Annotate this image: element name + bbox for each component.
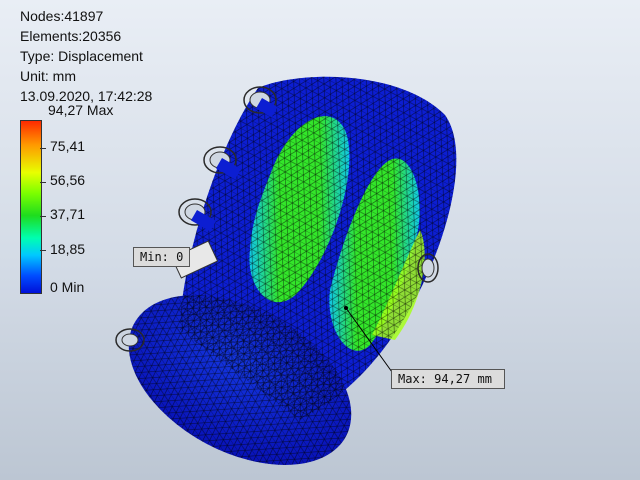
min-callout[interactable]: Min: 0 — [133, 247, 191, 267]
max-callout[interactable]: Max: 94,27 mm — [391, 369, 505, 389]
pressure-vessel-model[interactable] — [100, 76, 457, 480]
max-marker — [344, 306, 348, 310]
model-viewport[interactable] — [0, 0, 640, 480]
